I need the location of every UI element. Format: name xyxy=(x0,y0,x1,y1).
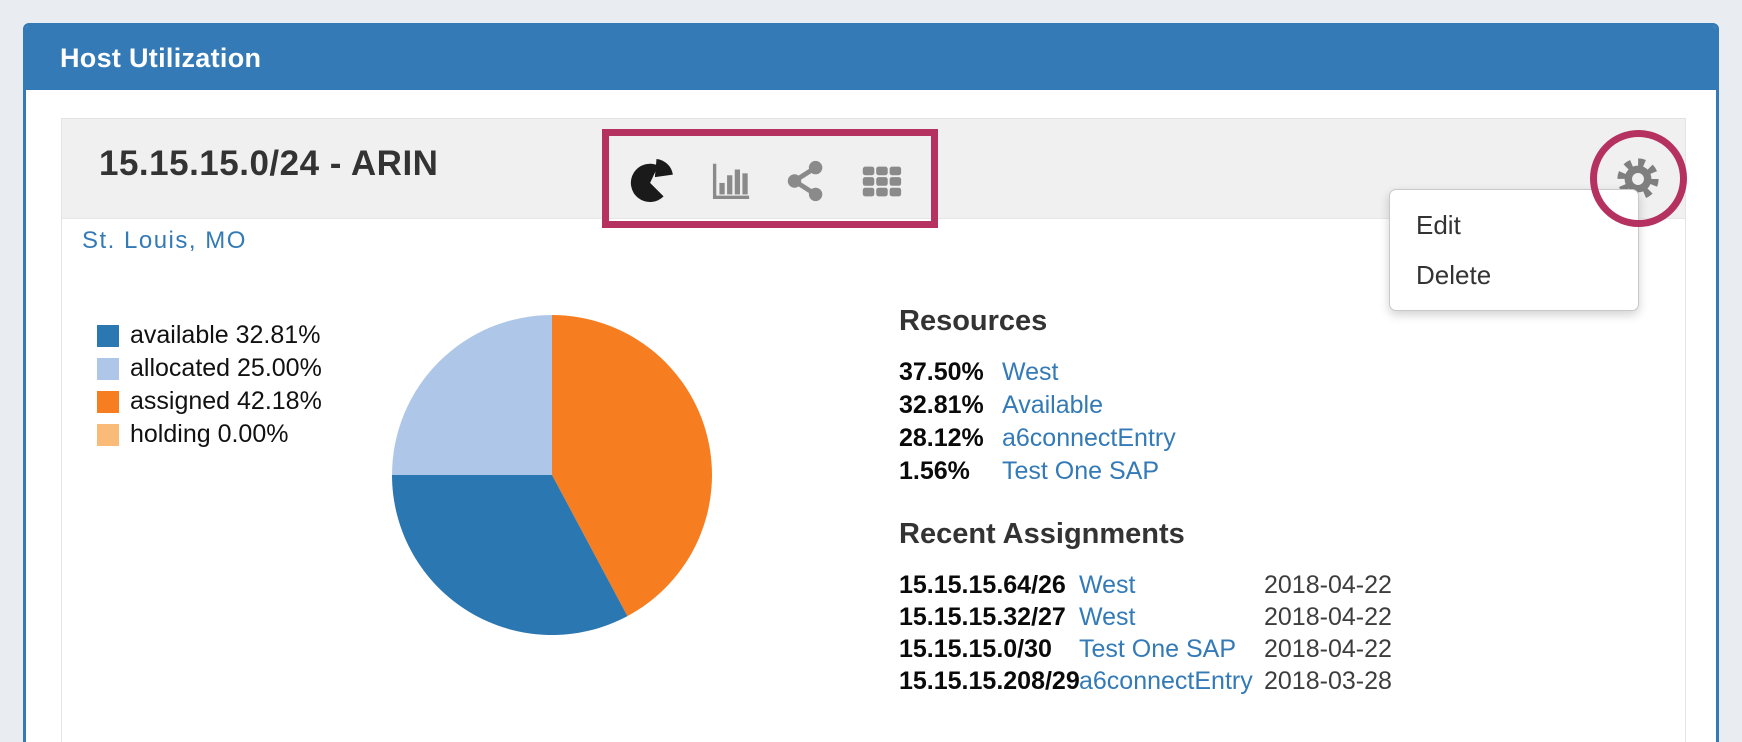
pie-chart-icon[interactable] xyxy=(629,158,675,204)
menu-item-delete[interactable]: Delete xyxy=(1390,250,1638,300)
legend-item: allocated 25.00% xyxy=(97,352,322,385)
recent-assignments-rows: 15.15.15.64/26West2018-04-2215.15.15.32/… xyxy=(899,569,1499,697)
legend-label: available 32.81% xyxy=(130,321,320,350)
assignment-row: 15.15.15.0/30Test One SAP2018-04-22 xyxy=(899,633,1499,665)
assignment-resource-link[interactable]: Test One SAP xyxy=(1079,633,1264,665)
legend-item: available 32.81% xyxy=(97,319,322,352)
share-icon[interactable] xyxy=(783,158,829,204)
legend-item: assigned 42.18% xyxy=(97,385,322,418)
legend-swatch xyxy=(97,325,119,347)
resource-link[interactable]: Available xyxy=(1002,391,1103,419)
resource-percent: 37.50% xyxy=(899,356,1002,389)
legend-label: assigned 42.18% xyxy=(130,387,322,416)
recent-assignments-heading: Recent Assignments xyxy=(899,518,1499,551)
pie-slice-allocated xyxy=(392,315,552,475)
resource-percent: 1.56% xyxy=(899,455,1002,488)
assignment-row: 15.15.15.32/27West2018-04-22 xyxy=(899,601,1499,633)
legend-item: holding 0.00% xyxy=(97,418,322,451)
details-column: Resources 37.50%West32.81%Available28.12… xyxy=(899,305,1499,697)
assignment-date: 2018-03-28 xyxy=(1264,667,1392,695)
settings-dropdown-menu: EditDelete xyxy=(1389,189,1639,311)
host-utilization-panel: Host Utilization 15.15.15.0/24 - ARIN xyxy=(23,23,1719,742)
resource-row: 37.50%West xyxy=(899,356,1499,389)
assignment-block: 15.15.15.208/29 xyxy=(899,665,1079,697)
assignment-date: 2018-04-22 xyxy=(1264,571,1392,599)
legend-label: holding 0.00% xyxy=(130,420,288,449)
assignment-block: 15.15.15.64/26 xyxy=(899,569,1079,601)
location-link[interactable]: St. Louis, MO xyxy=(82,227,247,255)
grid-icon[interactable] xyxy=(858,158,904,204)
assignment-block: 15.15.15.0/30 xyxy=(899,633,1079,665)
assignment-date: 2018-04-22 xyxy=(1264,603,1392,631)
resource-percent: 32.81% xyxy=(899,389,1002,422)
legend-swatch xyxy=(97,358,119,380)
panel-header: Host Utilization xyxy=(26,26,1716,90)
legend-swatch xyxy=(97,391,119,413)
resource-link[interactable]: a6connectEntry xyxy=(1002,424,1176,452)
assignment-date: 2018-04-22 xyxy=(1264,635,1392,663)
bar-chart-icon[interactable] xyxy=(706,158,752,204)
pie-legend: available 32.81% allocated 25.00% assigned… xyxy=(97,319,322,451)
legend-label: allocated 25.00% xyxy=(130,354,322,383)
assignment-resource-link[interactable]: a6connectEntry xyxy=(1079,665,1264,697)
subnet-card: 15.15.15.0/24 - ARIN xyxy=(61,118,1686,742)
assignment-row: 15.15.15.208/29a6connectEntry2018-03-28 xyxy=(899,665,1499,697)
resource-link[interactable]: Test One SAP xyxy=(1002,457,1159,485)
resource-row: 1.56%Test One SAP xyxy=(899,455,1499,488)
resource-row: 28.12%a6connectEntry xyxy=(899,422,1499,455)
resource-row: 32.81%Available xyxy=(899,389,1499,422)
assignment-resource-link[interactable]: West xyxy=(1079,601,1264,633)
assignment-block: 15.15.15.32/27 xyxy=(899,601,1079,633)
resource-link[interactable]: West xyxy=(1002,358,1059,386)
panel-title: Host Utilization xyxy=(60,43,261,74)
menu-item-edit[interactable]: Edit xyxy=(1390,200,1638,250)
utilization-pie-chart xyxy=(391,314,713,636)
assignment-row: 15.15.15.64/26West2018-04-22 xyxy=(899,569,1499,601)
resources-rows: 37.50%West32.81%Available28.12%a6connect… xyxy=(899,356,1499,488)
subnet-title: 15.15.15.0/24 - ARIN xyxy=(99,144,438,184)
legend-swatch xyxy=(97,424,119,446)
assignment-resource-link[interactable]: West xyxy=(1079,569,1264,601)
resource-percent: 28.12% xyxy=(899,422,1002,455)
